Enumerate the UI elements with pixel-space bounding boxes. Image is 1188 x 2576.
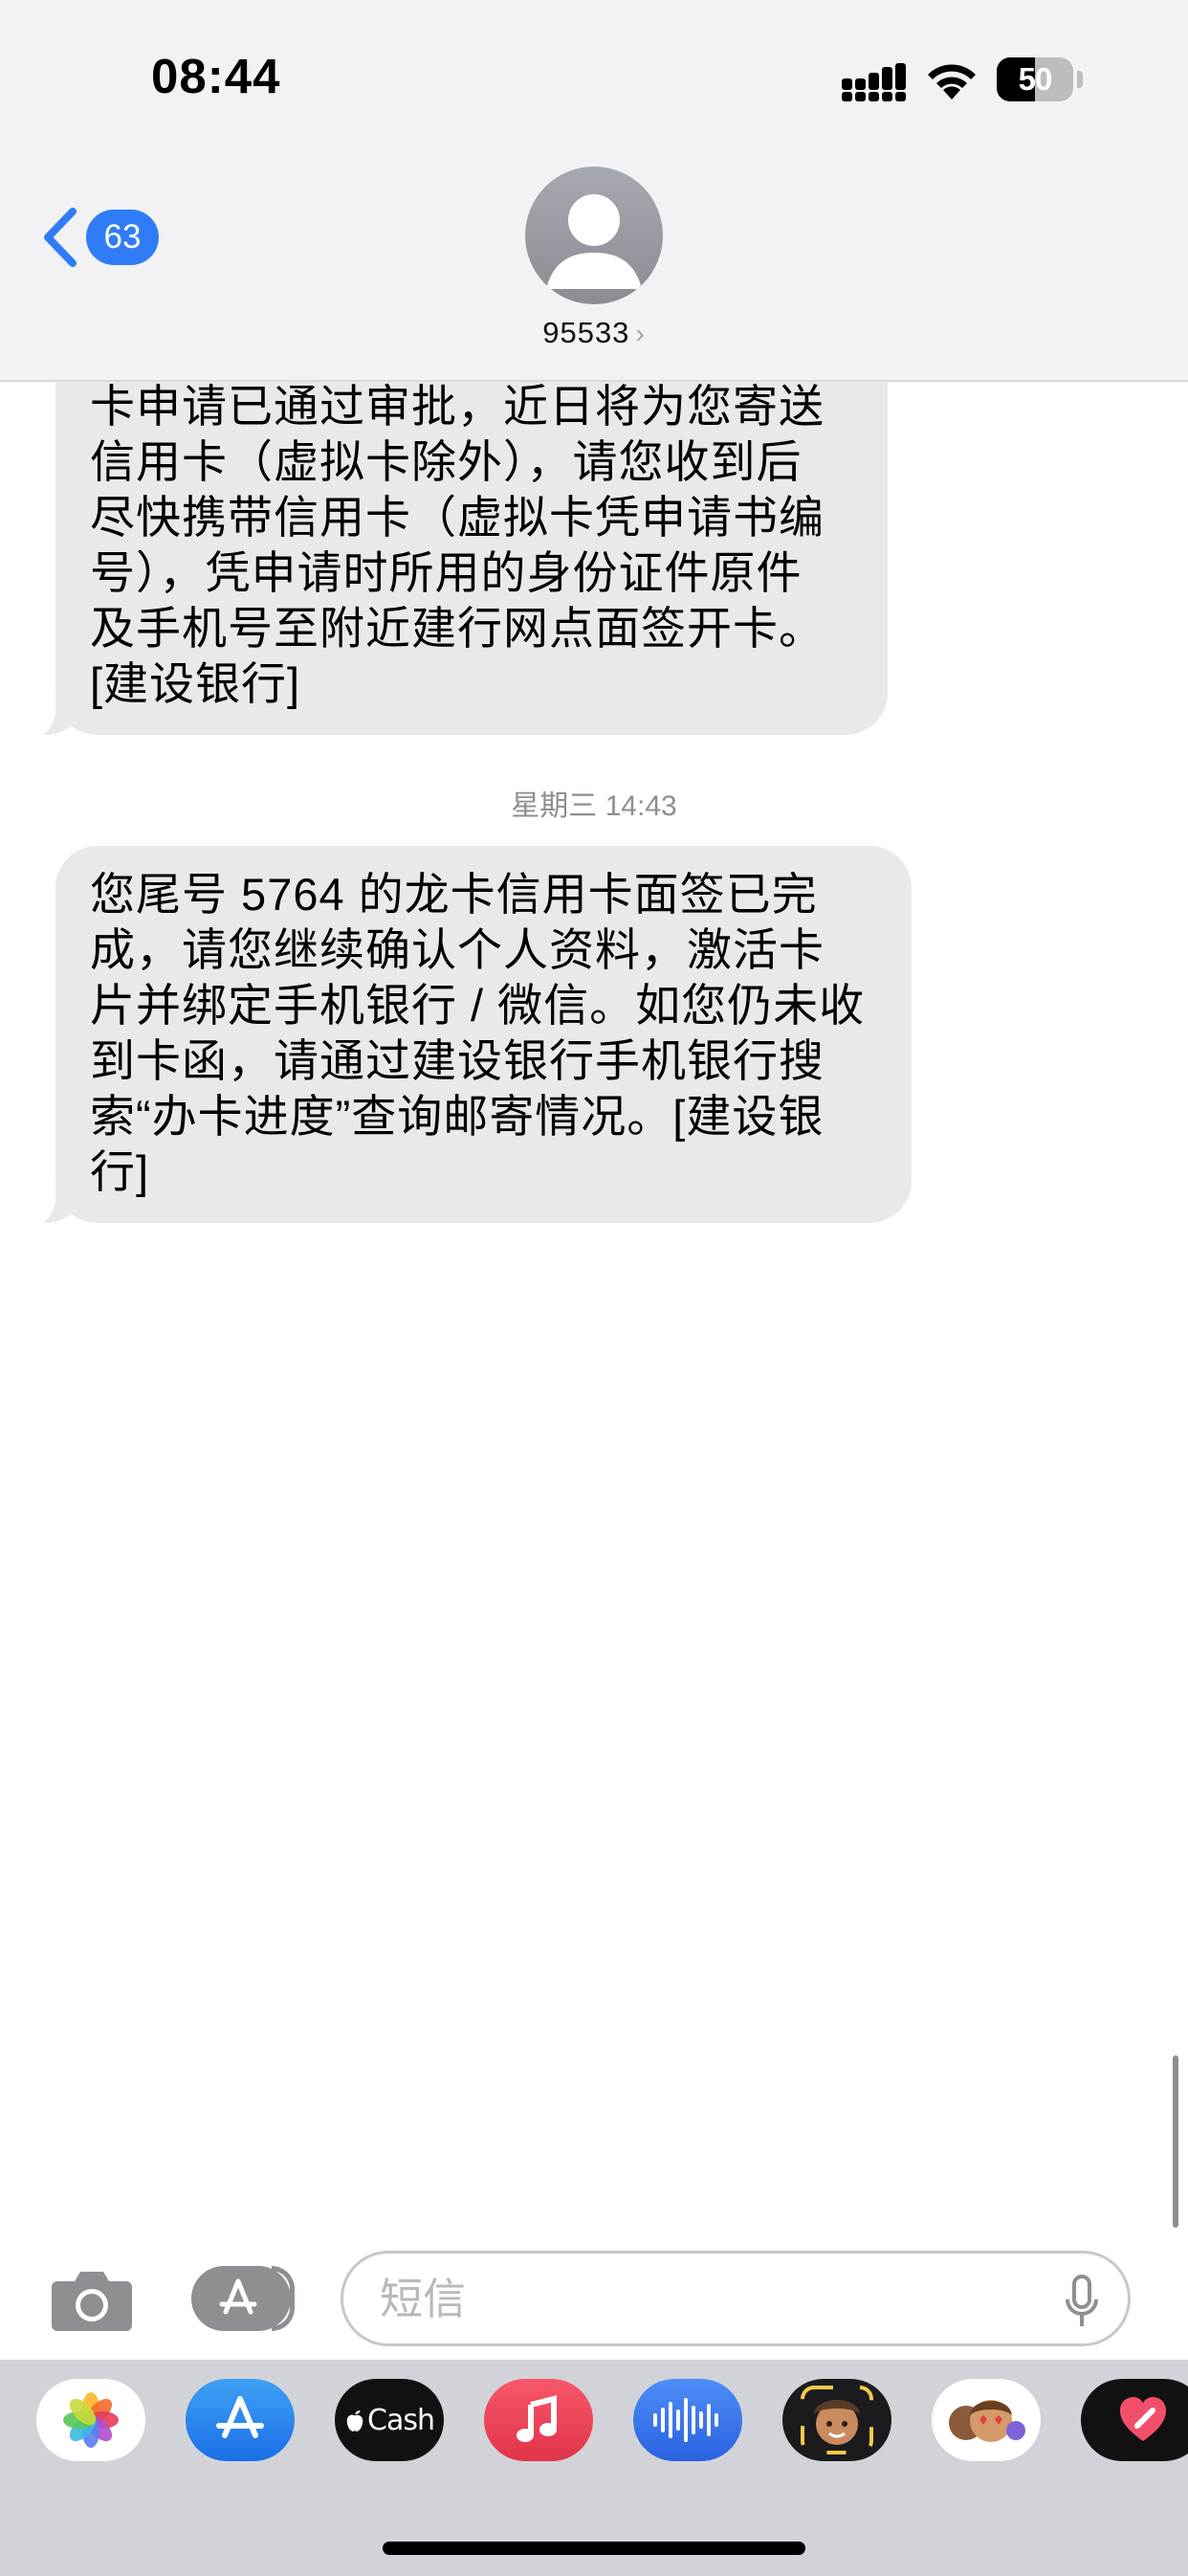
memoji-stickers-app-button[interactable] bbox=[932, 2379, 1041, 2461]
music-icon bbox=[517, 2395, 557, 2442]
wifi-icon bbox=[928, 64, 976, 100]
message-timestamp: 星期三 14:43 bbox=[511, 790, 677, 822]
apple-cash-label: Cash bbox=[367, 2403, 435, 2437]
contact-name[interactable]: 95533 › bbox=[0, 316, 1188, 350]
home-indicator[interactable] bbox=[383, 2542, 805, 2555]
app-store-icon bbox=[216, 2396, 264, 2438]
chevron-right-icon: › bbox=[635, 319, 646, 348]
apple-cash-app-button[interactable]: Cash bbox=[335, 2379, 444, 2461]
photos-icon bbox=[63, 2392, 119, 2448]
memoji-app-button[interactable] bbox=[782, 2379, 891, 2461]
unread-count-badge: 63 bbox=[86, 210, 159, 265]
contact-number: 95533 bbox=[542, 316, 630, 349]
photos-app-button[interactable] bbox=[36, 2379, 145, 2461]
memoji-stickers-icon bbox=[949, 2400, 1025, 2442]
music-app-button[interactable] bbox=[484, 2379, 593, 2461]
battery-icon: 50 bbox=[997, 57, 1073, 101]
message-input[interactable] bbox=[341, 2251, 1131, 2346]
status-time: 08:44 bbox=[151, 49, 281, 103]
camera-icon[interactable] bbox=[50, 2266, 134, 2333]
cellular-signal-icon bbox=[842, 63, 906, 101]
app-store-app-button[interactable] bbox=[186, 2379, 295, 2461]
scrollbar[interactable] bbox=[1173, 2055, 1178, 2228]
apple-logo-icon bbox=[346, 2409, 363, 2432]
digital-touch-app-button[interactable] bbox=[1081, 2379, 1188, 2461]
message-text-field[interactable] bbox=[378, 2269, 994, 2330]
battery-percent: 50 bbox=[1018, 61, 1053, 97]
microphone-icon[interactable] bbox=[1065, 2275, 1099, 2328]
conversation-header: 08:44 50 63 95533 › bbox=[0, 0, 1188, 382]
battery-tip bbox=[1077, 71, 1083, 88]
chevron-left-icon bbox=[44, 208, 77, 267]
memoji-icon bbox=[801, 2386, 873, 2454]
contact-avatar[interactable] bbox=[525, 167, 663, 304]
app-store-button-edge bbox=[272, 2266, 295, 2331]
audio-message-icon bbox=[653, 2398, 718, 2442]
digital-touch-icon bbox=[1120, 2397, 1166, 2441]
person-icon bbox=[546, 194, 642, 289]
back-button[interactable]: 63 bbox=[38, 201, 159, 274]
app-store-icon bbox=[219, 2278, 257, 2315]
audio-message-app-button[interactable] bbox=[633, 2379, 742, 2461]
message-bubble[interactable]: 您尾号 5764 的龙卡信用卡面签已完 成，请您继续确认个人资料，激活卡 片并绑… bbox=[27, 846, 912, 1225]
